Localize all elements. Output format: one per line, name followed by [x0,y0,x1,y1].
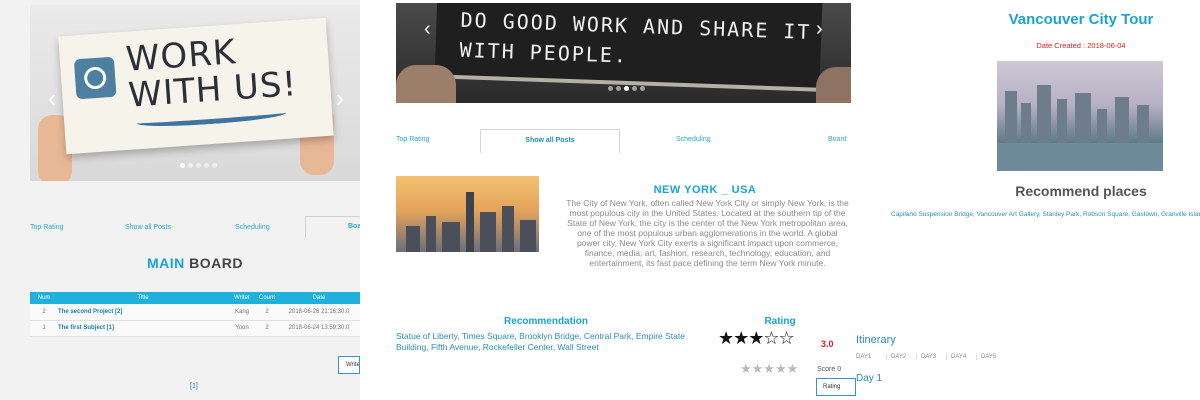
cell-date: 2018-06-26 21:16:30.0 [278,304,360,321]
tour-date-created: Date Created : 2018-06-04 [1036,41,1126,50]
hand-right [816,67,851,103]
carousel-indicators[interactable] [180,163,217,168]
cell-writer: Yoon [228,320,256,337]
hero-quote-text: DO GOOD WORK AND SHARE IT WITH PEOPLE. [459,7,812,68]
score-label: Score 0 [817,366,842,373]
tab-day5[interactable]: DAY5 [976,354,1006,360]
rating-star-input[interactable]: ★★★★★ [740,362,798,377]
rating-heading: Rating [764,316,796,327]
cell-title-link[interactable]: The second Project [2] [58,304,228,321]
tab-day1[interactable]: DAY1 [856,354,886,360]
hero-carousel-quote: DO GOOD WORK AND SHARE IT WITH PEOPLE. ‹… [396,3,851,103]
col-title: Title [58,292,228,304]
main-board-panel: WORK WITH US! ‹ › Top Rating Show all Po… [0,0,365,400]
carousel-indicators[interactable] [608,86,645,91]
cell-writer: Kang [228,304,256,321]
screenshot-collage: WORK WITH US! ‹ › Top Rating Show all Po… [0,0,1200,400]
itinerary-heading: Itinerary [856,334,896,346]
hand-left [396,65,456,103]
city-detail-panel: DO GOOD WORK AND SHARE IT WITH PEOPLE. ‹… [360,0,856,400]
pagination-link[interactable]: [1] [190,383,198,390]
cell-num: 1 [30,320,58,337]
title-accent: MAIN [146,255,185,271]
tour-panel: Vancouver City Tour Date Created : 2018-… [856,0,1200,400]
tab-day4[interactable]: DAY4 [946,354,976,360]
tour-photo [997,61,1163,171]
tab-scheduling[interactable]: Scheduling [235,224,270,231]
rating-button[interactable]: Rating [816,378,856,396]
tab-board[interactable]: Boa [305,216,365,238]
tab-top-rating[interactable]: Top Rating [396,136,429,143]
day-label: Day 1 [856,373,883,384]
hero-sign: WORK WITH US! [58,17,334,155]
hero-sign-text: WORK WITH US! [124,32,299,116]
tab-board[interactable]: Board [828,136,847,143]
page-title: MAIN BOARD [30,255,360,271]
city-title: NEW YORK _ USA [653,184,757,196]
places-links[interactable]: Capilano Suspension Bridge, Vancouver Ar… [891,211,1200,218]
cell-count: 2 [256,320,278,337]
write-button[interactable]: Write [338,356,360,374]
rating-stars-display: ★★★☆☆ [718,328,795,349]
recommend-places-heading: Recommend places [1015,183,1147,199]
hero-carousel-work-with-us: WORK WITH US! ‹ › [30,5,360,181]
carousel-next-icon[interactable]: › [816,17,823,41]
col-count: Count [256,292,278,304]
main-nav-tabs: Top Rating Show all Posts Scheduling Boa [30,216,365,238]
tab-top-rating[interactable]: Top Rating [30,224,63,231]
cell-num: 2 [30,304,58,321]
table-row: 2 The second Project [2] Kang 2 2018-06-… [30,304,360,321]
city-nav-tabs: Top Rating Show all Posts Scheduling Boa… [396,129,851,153]
col-num: Num [30,292,58,304]
tab-scheduling[interactable]: Scheduling [676,136,711,143]
cell-date: 2018-06-24 13:59:30.0 [278,320,360,337]
col-date: Date [278,292,360,304]
tour-title: Vancouver City Tour [1008,11,1154,28]
col-writer: Writer [228,292,256,304]
cell-count: 2 [256,304,278,321]
tab-day2[interactable]: DAY2 [886,354,916,360]
recommendation-list: Statue of Liberty, Times Square, Brookly… [396,331,685,352]
table-header-row: Num Title Writer Count Date [30,292,360,304]
rating-score: 3.0 [821,339,834,349]
board-table: Num Title Writer Count Date 2 The second… [30,292,360,337]
cell-title-link[interactable]: The first Subject [1] [58,320,228,337]
carousel-prev-icon[interactable]: ‹ [48,87,56,111]
day-tabs: DAY1 DAY2 DAY3 DAY4 DAY5 [856,354,1006,360]
city-description: The City of New York, often called New Y… [566,198,849,268]
city-photo [396,176,539,252]
tab-show-all-posts[interactable]: Show all Posts [480,129,620,153]
tab-show-all-posts[interactable]: Show all Posts [125,224,171,231]
sign-logo-icon [73,56,117,100]
recommendation-heading: Recommendation [504,316,588,327]
carousel-prev-icon[interactable]: ‹ [424,17,431,41]
carousel-next-icon[interactable]: › [336,87,344,111]
tab-day3[interactable]: DAY3 [916,354,946,360]
table-row: 1 The first Subject [1] Yoon 2 2018-06-2… [30,320,360,337]
title-rest: BOARD [184,255,243,271]
